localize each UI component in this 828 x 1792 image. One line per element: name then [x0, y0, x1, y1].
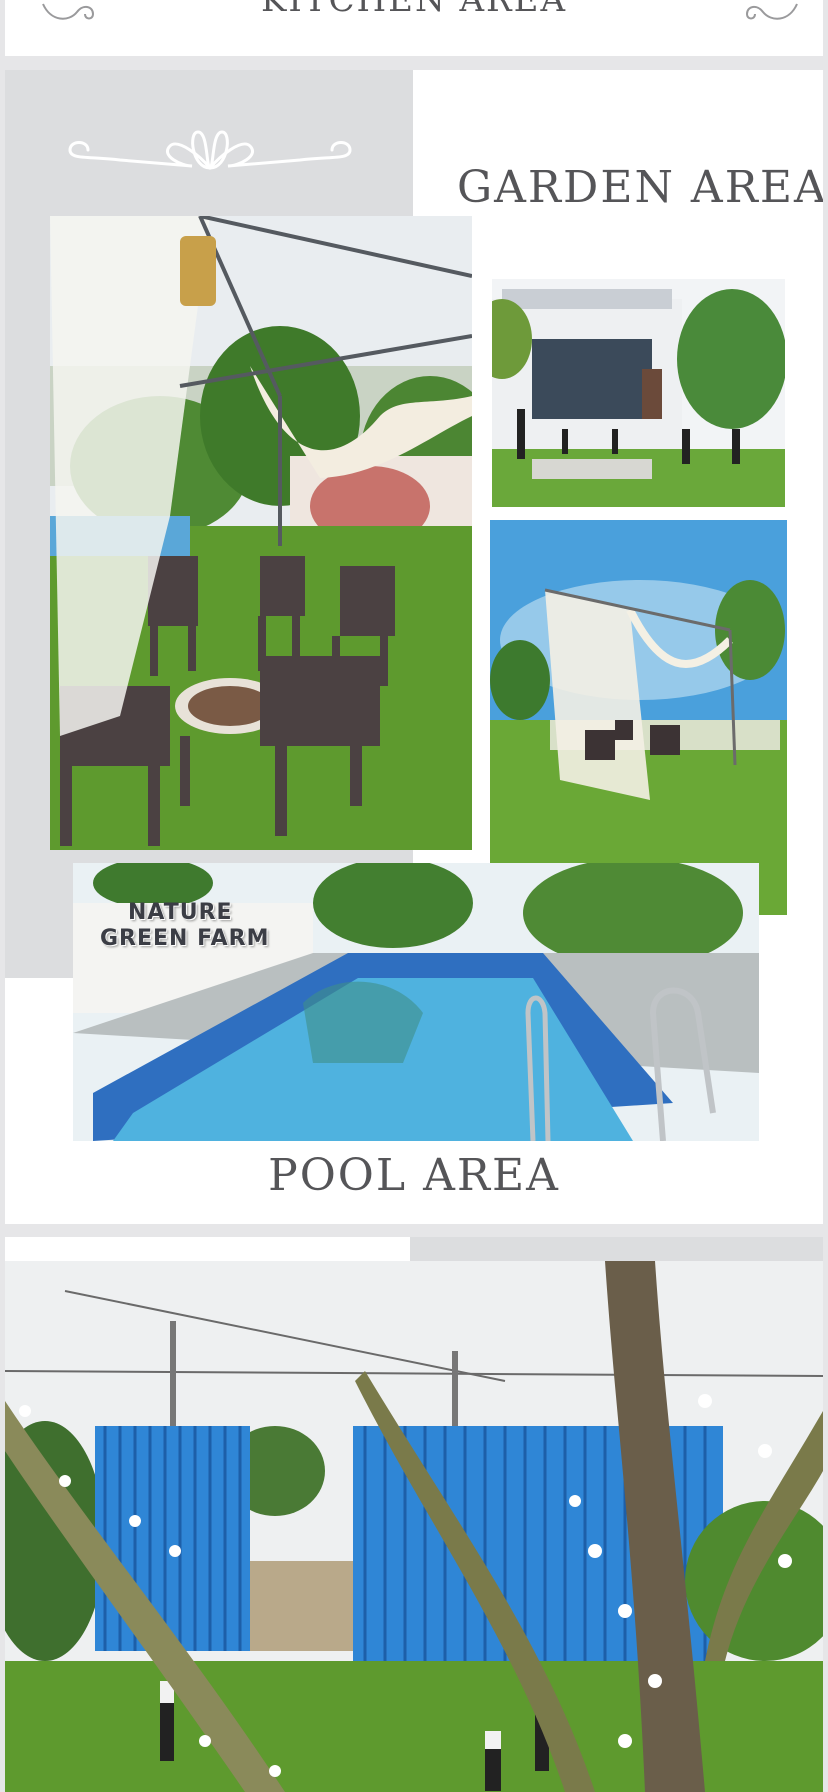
entrance-gate-photo — [5, 1261, 823, 1792]
brochure-page-kitchen: KITCHEN AREA — [5, 0, 823, 56]
kitchen-area-title: KITCHEN AREA — [260, 0, 568, 20]
garden-gazebo-photo — [490, 520, 787, 915]
garden-seating-photo — [50, 216, 472, 850]
decorative-grey-strip — [410, 1237, 823, 1261]
farmhouse-photo — [492, 279, 785, 507]
nature-green-farm-sign: NATURE GREEN FARM — [100, 900, 270, 952]
pool-area-title: POOL AREA — [268, 1150, 560, 1201]
brochure-page-garden-pool: GARDEN AREA NATURE GREEN FARM POOL AREA — [5, 70, 823, 1224]
garden-area-title: GARDEN AREA — [457, 162, 823, 213]
flourish-ornament — [68, 130, 352, 170]
flourish-ornament-right — [745, 3, 798, 20]
sign-line-1: NATURE — [128, 900, 233, 925]
sign-line-2: GREEN FARM — [100, 926, 270, 951]
brochure-page-entrance — [5, 1237, 823, 1792]
